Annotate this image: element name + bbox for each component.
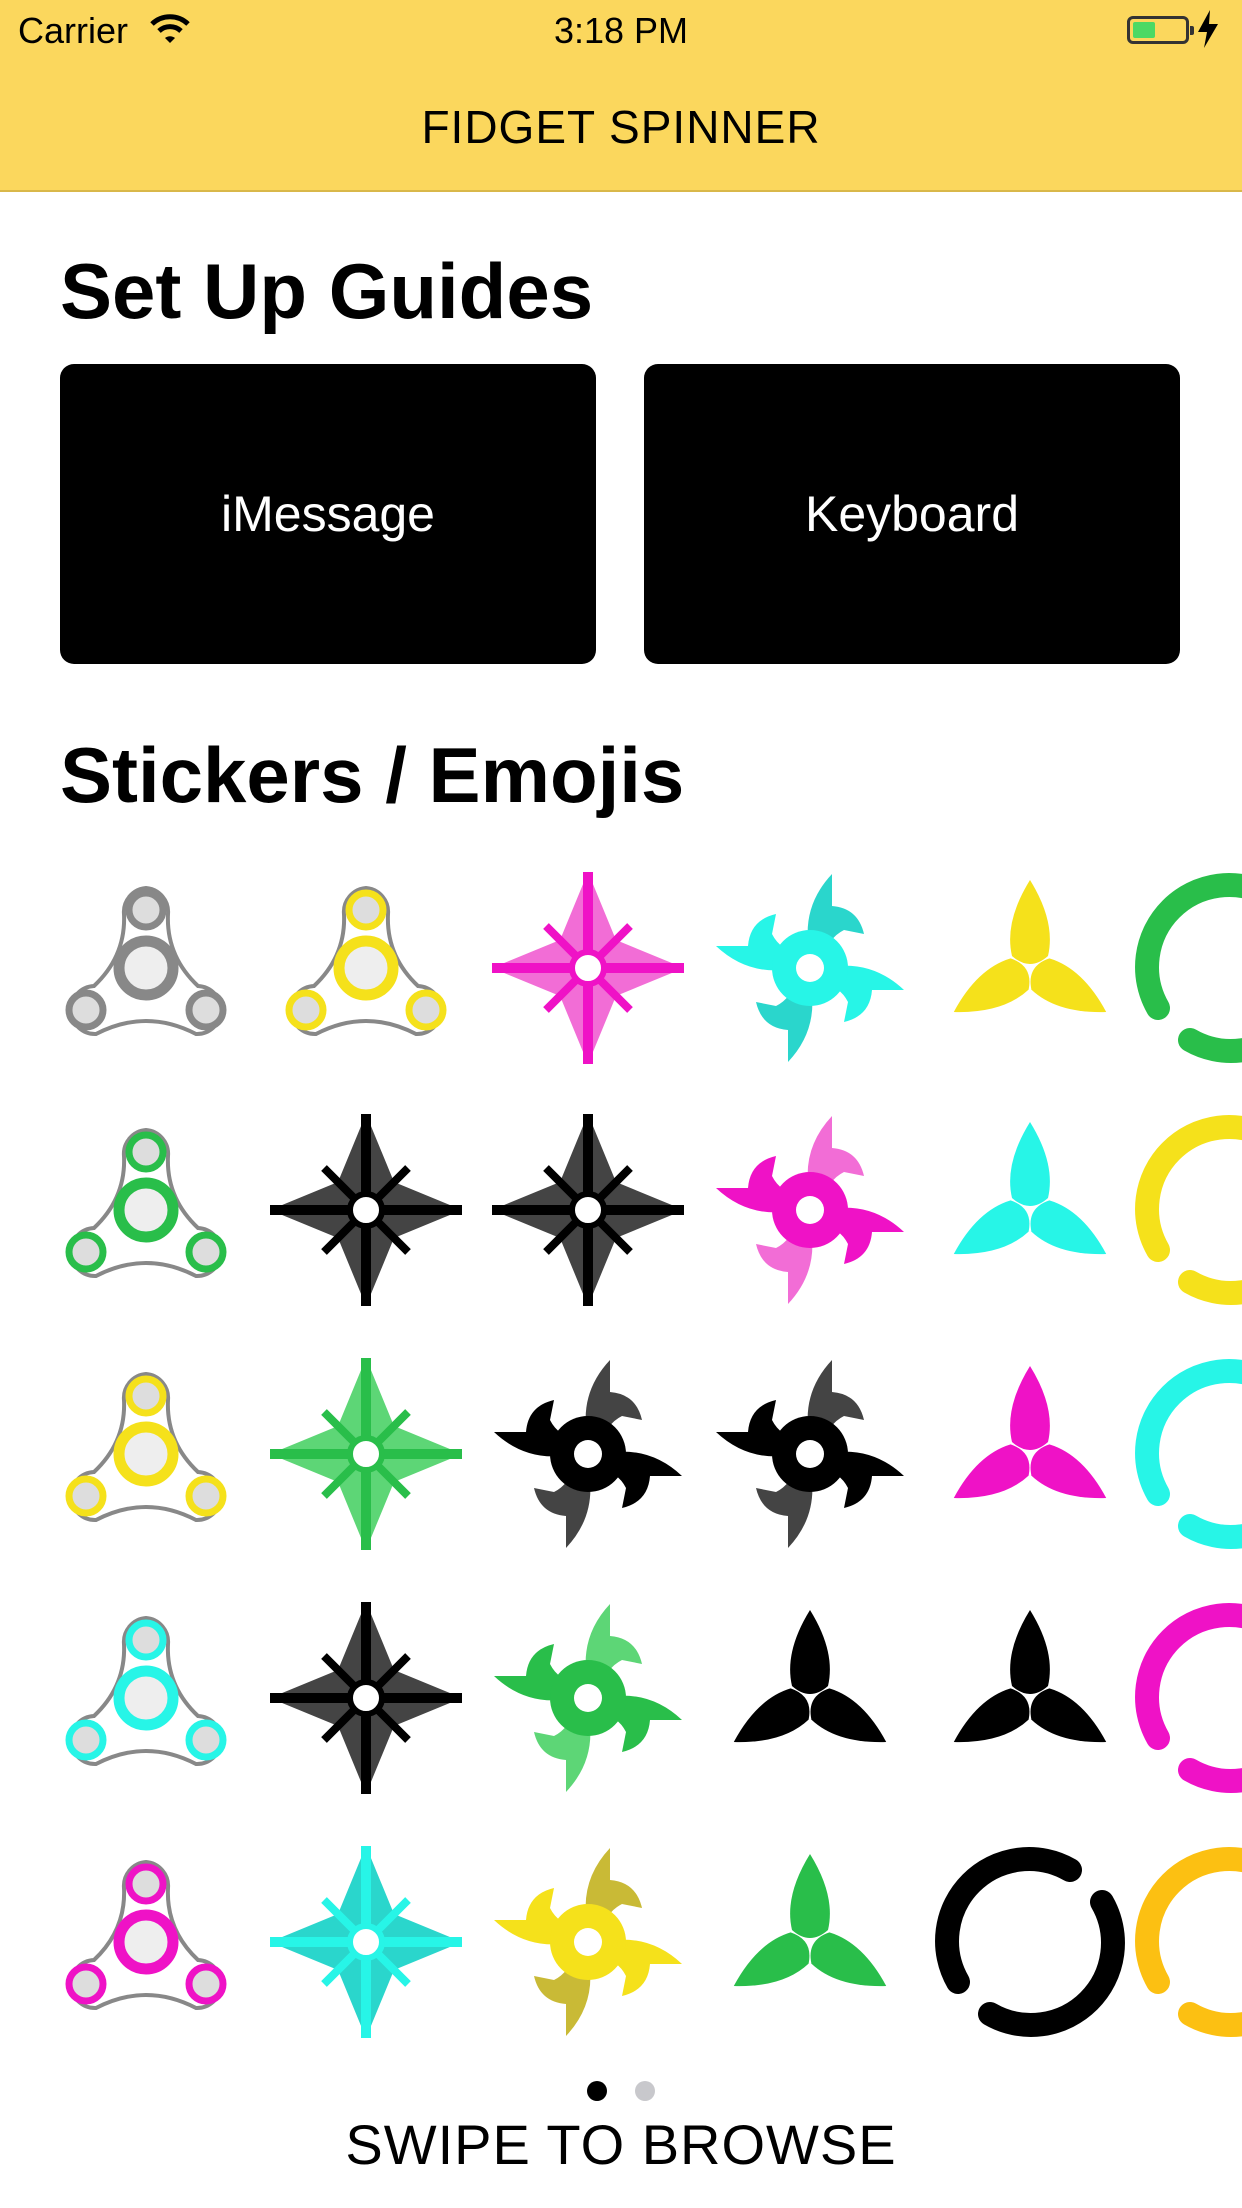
sticker-pinwheel-black-gray[interactable] [494, 1360, 682, 1548]
keyboard-guide-button[interactable]: Keyboard [644, 364, 1180, 664]
imessage-guide-button[interactable]: iMessage [60, 364, 596, 664]
page-title: FIDGET SPINNER [421, 101, 821, 153]
sticker-tri-blade-black[interactable] [724, 1610, 896, 1759]
stickers-heading: Stickers / Emojis [60, 731, 685, 819]
sticker-tri-blade-black-yellow[interactable] [944, 1610, 1116, 1759]
sticker-tri-blade-yellow[interactable] [944, 880, 1116, 1029]
sticker-fidget-spinner-green[interactable] [65, 1127, 227, 1279]
battery-icon [1127, 16, 1194, 44]
sticker-fidget-spinner-yellow[interactable] [65, 1371, 227, 1523]
sticker-ring-yellow[interactable] [1135, 1115, 1242, 1305]
nav-header: Carrier 3:18 PM FIDGET SPINNER [0, 0, 1242, 192]
sticker-fidget-spinner-gray[interactable] [65, 885, 227, 1037]
sticker-ring-cyan[interactable] [1135, 1359, 1242, 1549]
sticker-ring-black[interactable] [935, 1847, 1125, 2037]
charging-bolt-icon [1198, 10, 1218, 48]
sticker-shuriken-cyan[interactable] [270, 1846, 462, 2038]
sticker-ring-orange[interactable] [1135, 1847, 1242, 2037]
sticker-tri-blade-magenta[interactable] [944, 1366, 1116, 1515]
sticker-pinwheel-black-yellow[interactable] [716, 1360, 904, 1548]
sticker-pinwheel-cyan[interactable] [716, 874, 904, 1062]
sticker-ring-green[interactable] [1135, 873, 1242, 1063]
sticker-fidget-spinner-magenta[interactable] [65, 1859, 227, 2011]
sticker-shuriken-magenta[interactable] [492, 872, 684, 1064]
clock-label: 3:18 PM [553, 10, 689, 51]
sticker-pinwheel-magenta[interactable] [716, 1116, 904, 1304]
page-indicator-dot-1[interactable] [587, 2081, 607, 2101]
swipe-hint: SWIPE TO BROWSE [345, 2113, 897, 2176]
sticker-pinwheel-yellow[interactable] [494, 1848, 682, 2036]
sticker-shuriken-black-gray[interactable] [270, 1114, 462, 1306]
sticker-ring-magenta[interactable] [1135, 1603, 1242, 1793]
sticker-shuriken-black-yellow[interactable] [492, 1114, 684, 1306]
sticker-tri-blade-green[interactable] [724, 1854, 896, 2003]
page-indicator-dot-2[interactable] [635, 2081, 655, 2101]
sticker-fidget-spinner-yellow-black[interactable] [285, 885, 447, 1037]
sticker-shuriken-green[interactable] [270, 1358, 462, 1550]
sticker-fidget-spinner-cyan[interactable] [65, 1615, 227, 1767]
sticker-tri-blade-cyan[interactable] [944, 1122, 1116, 1271]
sticker-shuriken-olive-yellow[interactable] [270, 1602, 462, 1794]
sticker-pinwheel-green[interactable] [494, 1604, 682, 1792]
setup-guides-heading: Set Up Guides [60, 247, 594, 335]
